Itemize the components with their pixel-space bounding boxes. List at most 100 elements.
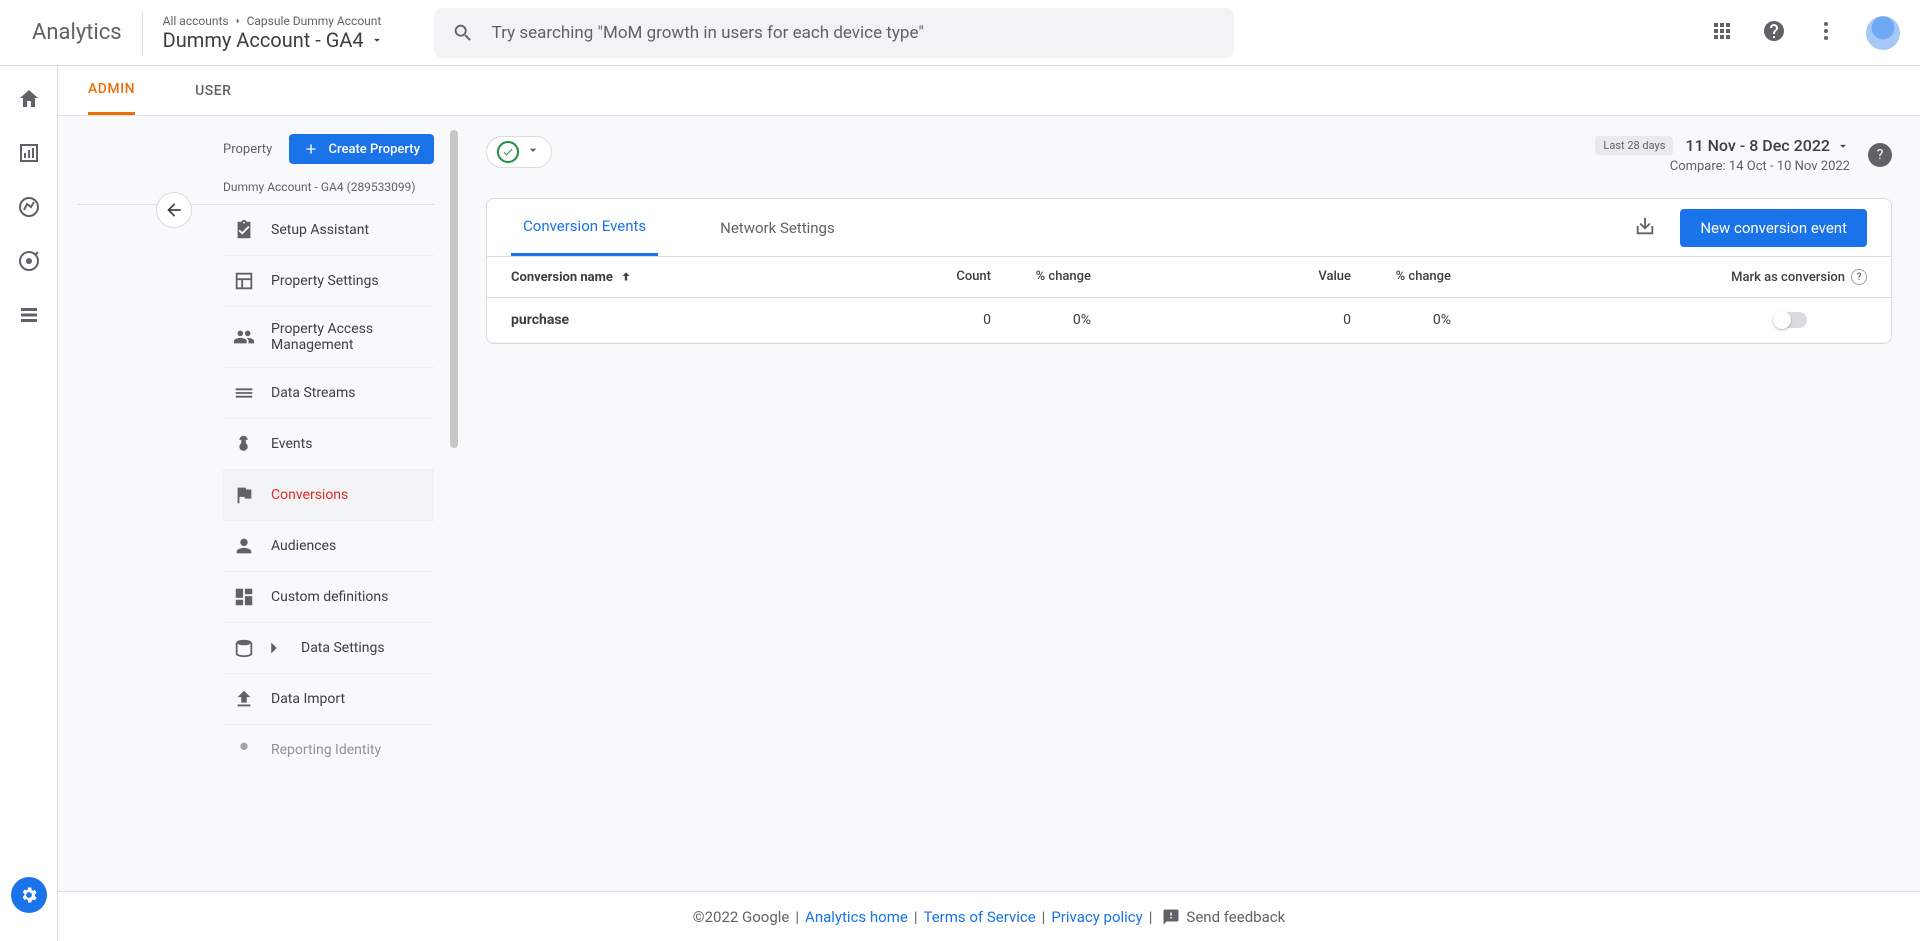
- nav-admin-gear[interactable]: [11, 877, 47, 913]
- property-sidebar: Property Create Property Dummy Account -…: [58, 116, 458, 891]
- menu-item-label: Data Settings: [301, 640, 385, 656]
- menu-conversions[interactable]: Conversions: [223, 470, 434, 521]
- date-range-picker[interactable]: Last 28 days 11 Nov - 8 Dec 2022 Compare…: [1595, 136, 1850, 174]
- help-icon[interactable]: ?: [1851, 269, 1867, 285]
- footer-analytics-home-link[interactable]: Analytics home: [805, 908, 908, 926]
- filter-pill[interactable]: [486, 136, 552, 168]
- col-change-2[interactable]: % change: [1351, 269, 1451, 285]
- panel-help-icon[interactable]: ?: [1868, 143, 1892, 167]
- footer-privacy-link[interactable]: Privacy policy: [1051, 908, 1142, 926]
- col-change-1[interactable]: % change: [991, 269, 1091, 285]
- menu-item-label: Events: [271, 436, 312, 452]
- app-footer: ©2022 Google | Analytics home | Terms of…: [58, 891, 1920, 941]
- breadcrumb-root: All accounts: [163, 14, 229, 28]
- property-subtitle: Dummy Account - GA4 (289533099): [78, 174, 434, 205]
- cell-value: 0: [1091, 312, 1351, 328]
- menu-item-label: Audiences: [271, 538, 336, 554]
- cell-change-2: 0%: [1351, 312, 1451, 328]
- product-name: Analytics: [32, 20, 122, 45]
- menu-item-label: Setup Assistant: [271, 222, 369, 238]
- nav-configure[interactable]: [16, 302, 42, 328]
- tab-user[interactable]: USER: [195, 68, 231, 114]
- col-conversion-name[interactable]: Conversion name: [511, 269, 891, 285]
- panel-topbar: Last 28 days 11 Nov - 8 Dec 2022 Compare…: [486, 136, 1892, 174]
- main-area: ADMIN USER Property Create Property Dumm…: [58, 66, 1920, 941]
- menu-item-label: Data Import: [271, 691, 345, 707]
- nav-advertising[interactable]: [16, 248, 42, 274]
- back-button[interactable]: [156, 192, 192, 228]
- cell-count: 0: [891, 312, 991, 328]
- table-header: Conversion name Count % change Value % c…: [487, 257, 1891, 298]
- create-property-button[interactable]: Create Property: [289, 134, 434, 164]
- left-nav-rail: [0, 66, 58, 941]
- col-value[interactable]: Value: [1091, 269, 1351, 285]
- tab-conversion-events[interactable]: Conversion Events: [511, 199, 658, 256]
- apps-icon[interactable]: [1710, 19, 1734, 47]
- menu-custom-definitions[interactable]: Custom definitions: [223, 572, 434, 623]
- check-circle-icon: [497, 141, 519, 163]
- date-range-main: 11 Nov - 8 Dec 2022: [1685, 136, 1850, 155]
- date-range-text: 11 Nov - 8 Dec 2022: [1685, 136, 1830, 155]
- date-compare-text: Compare: 14 Oct - 10 Nov 2022: [1595, 159, 1850, 174]
- nav-reports[interactable]: [16, 140, 42, 166]
- footer-copyright: ©2022 Google: [693, 908, 790, 926]
- dropdown-icon: [525, 142, 541, 162]
- col-count[interactable]: Count: [891, 269, 991, 285]
- streams-icon: [233, 382, 255, 404]
- menu-data-streams[interactable]: Data Streams: [223, 368, 434, 419]
- plus-icon: [303, 141, 319, 157]
- tab-network-settings[interactable]: Network Settings: [708, 201, 847, 255]
- nav-explore[interactable]: [16, 194, 42, 220]
- menu-item-label: Custom definitions: [271, 589, 388, 605]
- user-avatar[interactable]: [1866, 16, 1900, 50]
- content-row: Property Create Property Dummy Account -…: [58, 116, 1920, 891]
- menu-audiences[interactable]: Audiences: [223, 521, 434, 572]
- help-icon[interactable]: [1762, 19, 1786, 47]
- header-actions: [1710, 16, 1900, 50]
- sort-ascending-icon: [619, 270, 633, 284]
- tab-admin[interactable]: ADMIN: [88, 66, 135, 115]
- nav-home[interactable]: [16, 86, 42, 112]
- mark-as-conversion-toggle[interactable]: [1773, 312, 1807, 328]
- footer-tos-link[interactable]: Terms of Service: [924, 908, 1036, 926]
- app-header: Analytics All accounts Capsule Dummy Acc…: [0, 0, 1920, 66]
- identity-icon: [233, 739, 255, 761]
- menu-events[interactable]: Events: [223, 419, 434, 470]
- upload-icon: [233, 688, 255, 710]
- date-range-badge: Last 28 days: [1595, 136, 1673, 155]
- conversions-panel: Last 28 days 11 Nov - 8 Dec 2022 Compare…: [458, 116, 1920, 891]
- layout-icon: [233, 270, 255, 292]
- account-picker[interactable]: All accounts Capsule Dummy Account Dummy…: [143, 14, 404, 52]
- chevron-right-icon: [233, 16, 243, 26]
- clipboard-check-icon: [233, 219, 255, 241]
- account-selector-label: Dummy Account - GA4: [163, 28, 364, 52]
- menu-item-label: Property Settings: [271, 273, 379, 289]
- people-icon: [233, 326, 255, 348]
- menu-data-import[interactable]: Data Import: [223, 674, 434, 725]
- send-feedback-button[interactable]: Send feedback: [1162, 908, 1285, 926]
- menu-item-label: Conversions: [271, 487, 348, 503]
- audience-icon: [233, 535, 255, 557]
- menu-item-label: Property Access Management: [271, 321, 424, 353]
- menu-item-label: Reporting Identity: [271, 742, 381, 758]
- menu-access-management[interactable]: Property Access Management: [223, 307, 434, 368]
- product-logo-wrap[interactable]: Analytics: [20, 11, 143, 55]
- col-mark-as-conversion: Mark as conversion?: [1451, 269, 1867, 285]
- cell-change-1: 0%: [991, 312, 1091, 328]
- send-feedback-label: Send feedback: [1186, 908, 1285, 926]
- feedback-icon: [1162, 908, 1180, 926]
- account-selector[interactable]: Dummy Account - GA4: [163, 28, 384, 52]
- menu-item-label: Data Streams: [271, 385, 356, 401]
- breadcrumb-account: Capsule Dummy Account: [247, 14, 382, 28]
- new-conversion-event-button[interactable]: New conversion event: [1680, 209, 1867, 247]
- download-icon[interactable]: [1634, 215, 1656, 241]
- more-icon[interactable]: [1814, 19, 1838, 47]
- menu-data-settings[interactable]: Data Settings: [223, 623, 434, 674]
- search-input[interactable]: Try searching "MoM growth in users for e…: [434, 8, 1234, 58]
- database-icon: [233, 637, 255, 659]
- menu-property-settings[interactable]: Property Settings: [223, 256, 434, 307]
- sidebar-scrollbar[interactable]: [450, 130, 458, 448]
- menu-reporting-identity[interactable]: Reporting Identity: [223, 725, 434, 775]
- menu-setup-assistant[interactable]: Setup Assistant: [223, 205, 434, 256]
- dropdown-icon: [370, 33, 384, 47]
